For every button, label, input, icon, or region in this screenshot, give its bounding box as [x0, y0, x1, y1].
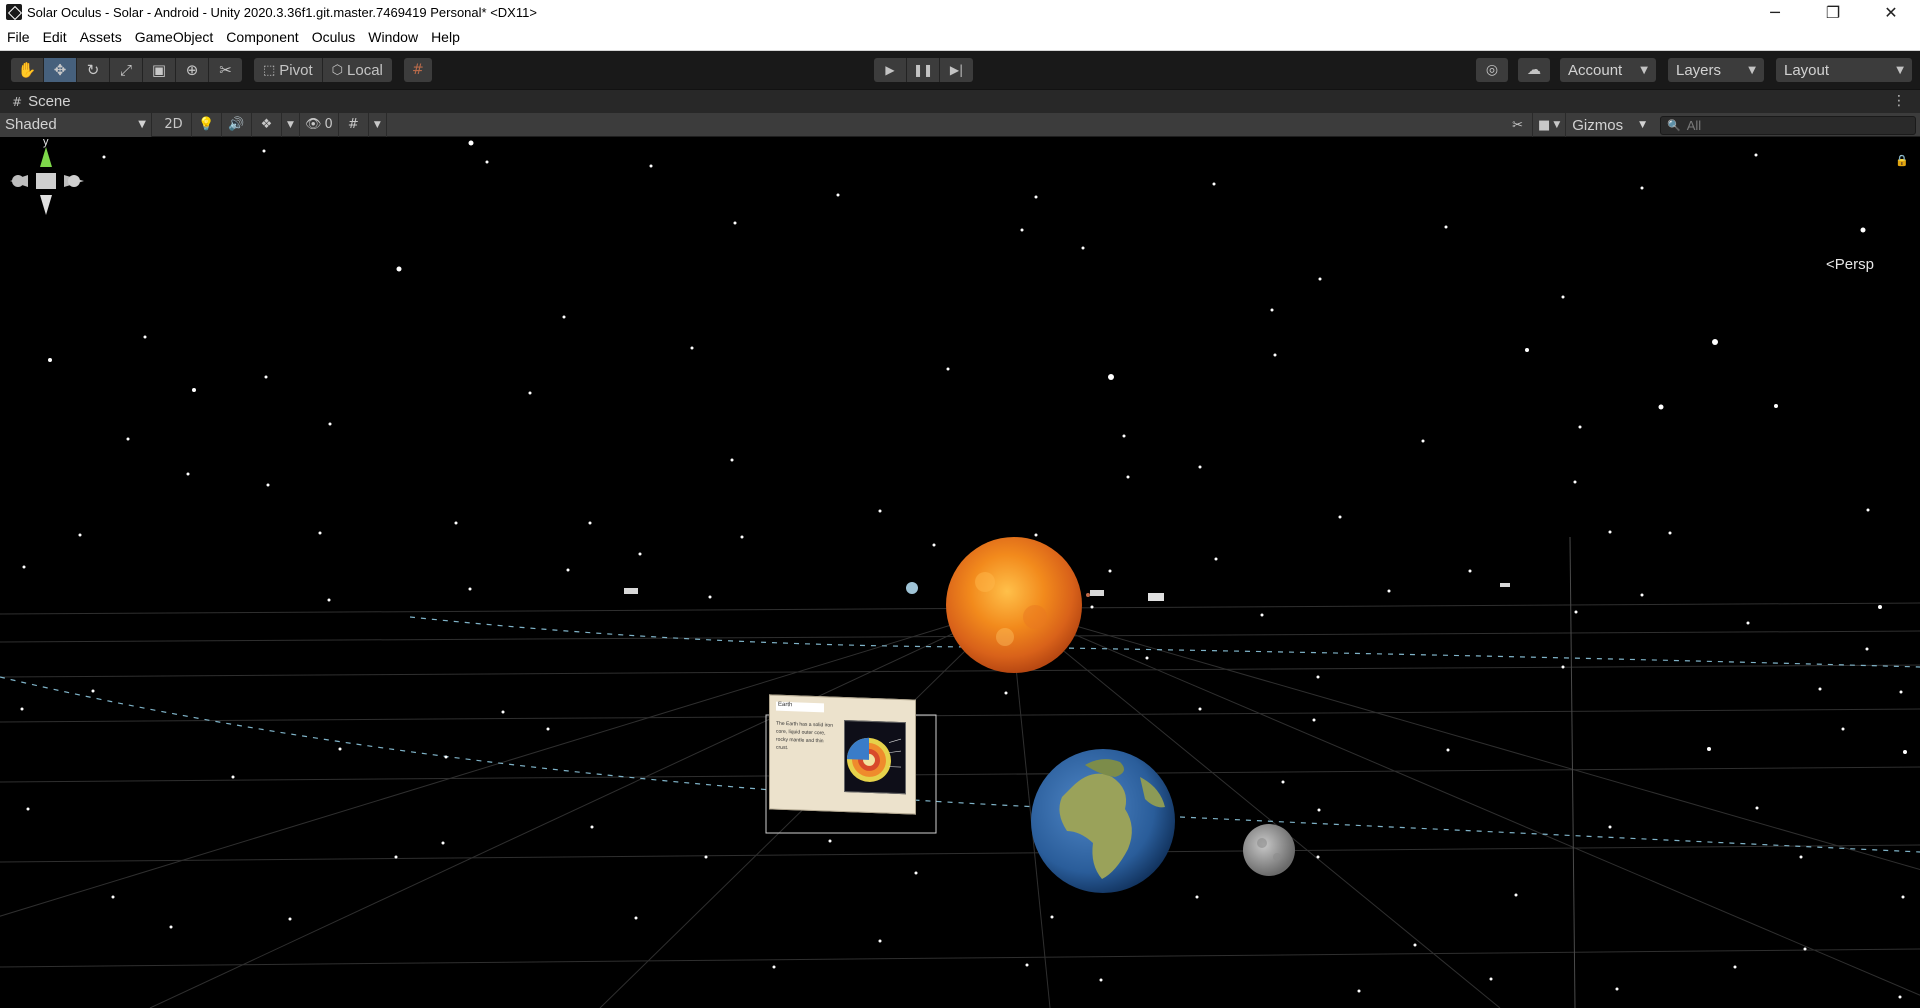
lighting-icon[interactable]: 💡 — [192, 112, 222, 137]
title-bar: Solar Oculus - Solar - Android - Unity 2… — [0, 0, 1920, 24]
scene-toolbar: Shaded ▼ 2D 💡 🔊 ❖ ▼ 👁 0 # ▼ ✂ ■ ▼ Gizmos… — [0, 112, 1920, 137]
transform-tool-icon[interactable]: ⊕ — [176, 58, 209, 82]
menu-window[interactable]: Window — [362, 29, 424, 45]
moon — [1243, 824, 1295, 876]
layout-label: Layout — [1784, 61, 1830, 79]
tab-scene[interactable]: # Scene — [0, 93, 71, 110]
effects-icon[interactable]: ❖ — [252, 112, 282, 137]
shading-mode-dropdown[interactable]: Shaded ▼ — [0, 112, 152, 137]
menu-oculus[interactable]: Oculus — [306, 29, 362, 45]
sun — [946, 537, 1082, 673]
menu-assets[interactable]: Assets — [74, 29, 128, 45]
local-button[interactable]: ⬡ Local — [322, 58, 392, 82]
transform-tools: ✋ ✥ ↻ ⤢ ▣ ⊕ ✂ — [11, 58, 242, 82]
shading-mode-label: Shaded — [5, 116, 57, 133]
scene-toolbar-right: ✂ ■ ▼ Gizmos ▼ 🔍 All — [1503, 113, 1916, 137]
axis-y-label: y — [43, 137, 49, 148]
chevron-down-icon: ▼ — [1748, 64, 1756, 76]
pivot-label: Pivot — [279, 61, 313, 79]
pause-icon[interactable]: ❚❚ — [907, 58, 940, 82]
scene-search-input[interactable]: 🔍 All — [1660, 115, 1916, 135]
grid-icon[interactable]: # — [339, 112, 369, 137]
audio-icon[interactable]: 🔊 — [222, 112, 252, 137]
window-title: Solar Oculus - Solar - Android - Unity 2… — [27, 4, 537, 20]
main-toolbar: ✋ ✥ ↻ ⤢ ▣ ⊕ ✂ ⬚ Pivot ⬡ Local # ▶ ❚❚ ▶| … — [0, 51, 1920, 89]
menu-edit[interactable]: Edit — [37, 29, 73, 45]
persp-label[interactable]: <Persp — [1826, 256, 1874, 273]
custom-tool-icon[interactable]: ✂ — [209, 58, 242, 82]
minimize-button[interactable]: ─ — [1746, 0, 1804, 24]
step-icon[interactable]: ▶| — [940, 58, 973, 82]
hand-tool-icon[interactable]: ✋ — [11, 58, 44, 82]
more-options-icon[interactable]: ⋮ — [1892, 93, 1906, 109]
scale-tool-icon[interactable]: ⤢ — [110, 58, 143, 82]
scene-tab-bar: # Scene ⋮ — [0, 89, 1920, 113]
tools-icon[interactable]: ✂ — [1503, 113, 1534, 137]
2d-toggle-button[interactable]: 2D — [156, 112, 192, 137]
rect-tool-icon[interactable]: ▣ — [143, 58, 176, 82]
hidden-eye-icon: 👁 — [305, 117, 322, 132]
account-dropdown[interactable]: Account ▼ — [1560, 58, 1656, 82]
local-label: Local — [347, 61, 383, 79]
chevron-down-icon: ▼ — [1553, 120, 1561, 130]
scene-grid-icon: # — [12, 94, 23, 109]
close-button[interactable]: ✕ — [1862, 0, 1920, 24]
grid-snap-icon[interactable]: # — [403, 58, 432, 82]
scene-canvas — [0, 140, 1920, 1008]
search-placeholder: All — [1686, 117, 1702, 133]
chevron-down-icon: ▼ — [1640, 64, 1648, 76]
orientation-gizmo[interactable]: y — [0, 137, 92, 229]
account-label: Account — [1568, 61, 1623, 79]
local-cube-icon: ⬡ — [331, 62, 344, 78]
camera-icon[interactable]: ■ ▼ — [1533, 113, 1567, 137]
gizmos-label: Gizmos — [1572, 116, 1624, 134]
chevron-down-icon: ▼ — [1639, 120, 1646, 130]
lock-icon[interactable]: 🔒 — [1895, 154, 1909, 167]
move-tool-icon[interactable]: ✥ — [44, 58, 77, 82]
toolbar-right: ◎ ☁ Account ▼ Layers ▼ Layout ▼ — [1476, 58, 1920, 82]
menu-bar: File Edit Assets GameObject Component Oc… — [0, 24, 1920, 51]
layers-label: Layers — [1676, 61, 1722, 79]
menu-gameobject[interactable]: GameObject — [129, 29, 220, 45]
horizon-markers — [1086, 593, 1090, 597]
hidden-count: 0 — [324, 117, 333, 132]
info-panel-text: The Earth has a solid iron core, liquid … — [776, 720, 833, 752]
earth-layers-image — [844, 720, 906, 795]
pivot-toggle-group: ⬚ Pivot ⬡ Local — [254, 58, 392, 82]
hidden-objects-toggle[interactable]: 👁 0 — [300, 112, 339, 137]
info-panel-title: Earth — [776, 701, 824, 713]
menu-file[interactable]: File — [1, 29, 36, 45]
layers-dropdown[interactable]: Layers ▼ — [1668, 58, 1764, 82]
menu-component[interactable]: Component — [220, 29, 304, 45]
earth — [1031, 749, 1175, 893]
unity-logo-icon — [6, 4, 22, 20]
tab-scene-label: Scene — [28, 93, 71, 110]
scene-view[interactable]: Earth The Earth has a solid iron core, l… — [0, 137, 1920, 1008]
chevron-down-icon[interactable]: ▼ — [369, 112, 387, 137]
orbit-lines — [0, 616, 1920, 853]
collab-icon[interactable]: ◎ — [1476, 58, 1508, 82]
cloud-icon[interactable]: ☁ — [1518, 58, 1550, 82]
play-icon[interactable]: ▶ — [874, 58, 907, 82]
layout-dropdown[interactable]: Layout ▼ — [1776, 58, 1912, 82]
rotate-tool-icon[interactable]: ↻ — [77, 58, 110, 82]
pivot-icon: ⬚ — [263, 62, 276, 78]
chevron-down-icon[interactable]: ▼ — [282, 112, 300, 137]
earth-info-panel[interactable]: Earth The Earth has a solid iron core, l… — [769, 694, 916, 815]
chevron-down-icon: ▼ — [1896, 64, 1904, 76]
gizmos-dropdown[interactable]: Gizmos ▼ — [1566, 113, 1652, 137]
search-icon: 🔍 — [1667, 118, 1681, 132]
chevron-down-icon: ▼ — [138, 119, 146, 130]
play-controls: ▶ ❚❚ ▶| — [874, 58, 973, 82]
camera-glyph-icon: ■ — [1538, 117, 1551, 133]
menu-help[interactable]: Help — [425, 29, 466, 45]
maximize-button[interactable]: ❐ — [1804, 0, 1862, 24]
pivot-button[interactable]: ⬚ Pivot — [254, 58, 323, 82]
